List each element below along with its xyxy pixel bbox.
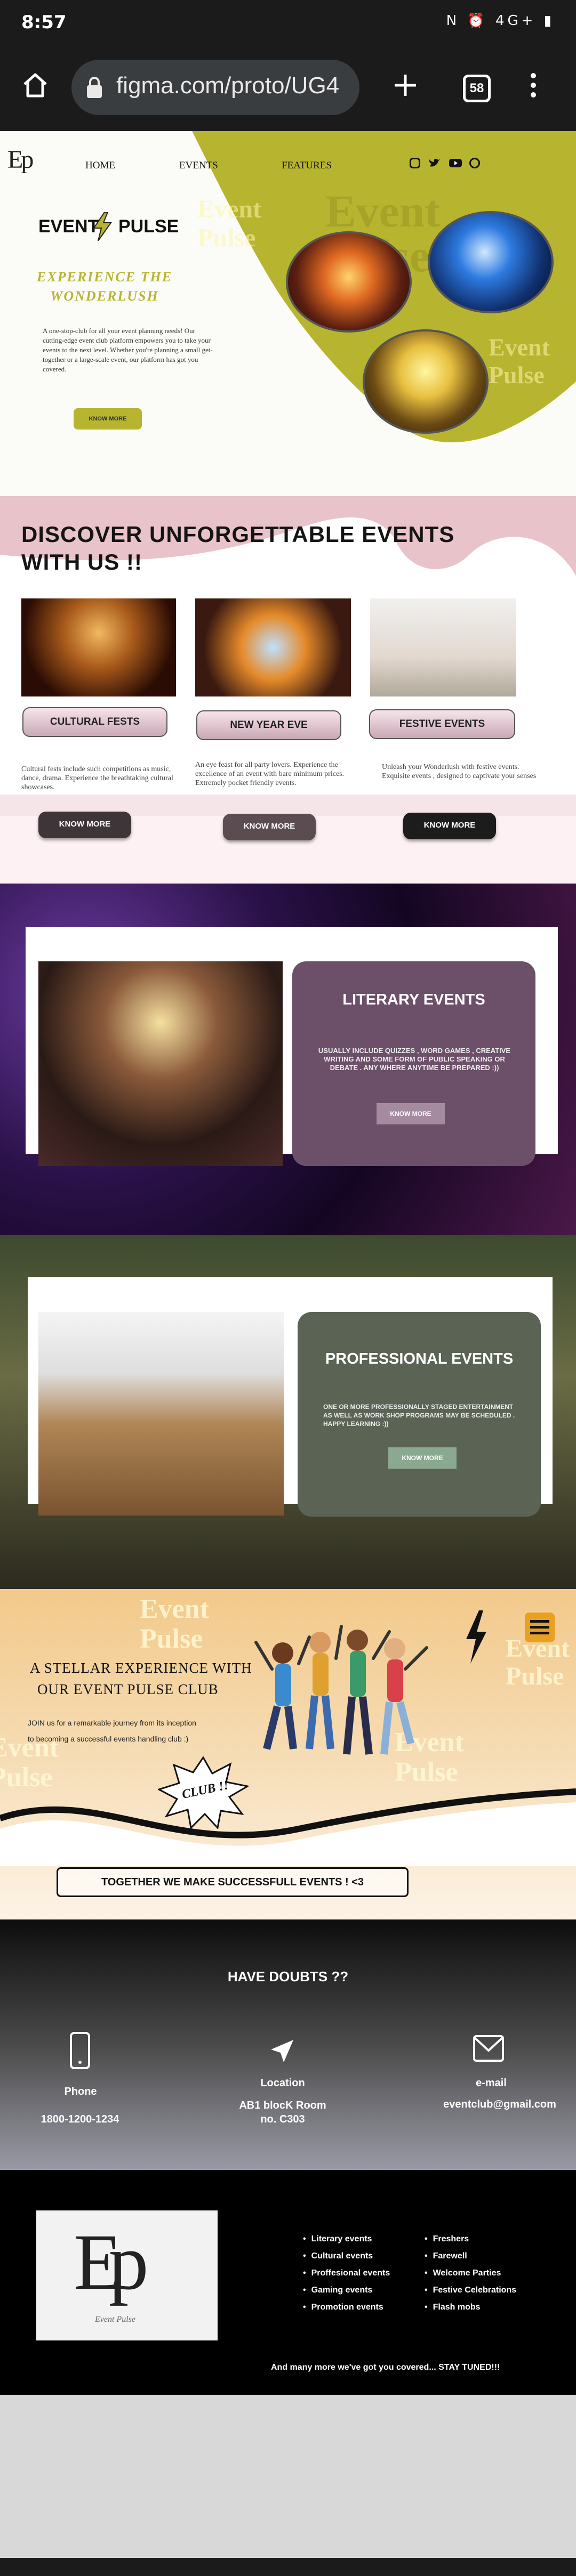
lightning-decor-icon — [466, 1610, 486, 1664]
together-banner: TOGETHER WE MAKE SUCCESSFULL EVENTS ! <3 — [57, 1867, 409, 1897]
literary-desc: USUALLY INCLUDE QUIZZES , WORD GAMES , C… — [318, 1047, 511, 1072]
footer: Ep Event Pulse Literary events Cultural … — [0, 2170, 576, 2395]
location-icon — [271, 2040, 293, 2062]
new-tab-icon[interactable] — [390, 70, 420, 100]
professional-image — [38, 1312, 284, 1516]
contact-phone-value[interactable]: 1800-1200-1234 — [27, 2113, 133, 2126]
stellar-heading: A STELLAR EXPERIENCE WITH OUR EVENT PULSE… — [30, 1660, 252, 1697]
new-year-eve-desc: An eye feast for all party lovers. Exper… — [195, 761, 345, 787]
hero-section: EventPulse EventPulse EventPulse Ep HOME… — [0, 131, 576, 496]
stellar-ghost-text: Event Pulse — [140, 1594, 209, 1654]
stellar-wave — [0, 1788, 576, 1866]
lightning-icon — [93, 212, 112, 241]
tab-count-button[interactable]: 58 — [463, 75, 491, 102]
nav-features-link[interactable]: FEATURES — [282, 160, 332, 172]
stellar-join-text: JOIN us for a remarkable journey from it… — [28, 1719, 196, 1743]
cultural-fest-image — [21, 598, 176, 696]
literary-section: LITERARY EVENTS USUALLY INCLUDE QUIZZES … — [0, 884, 576, 1235]
literary-card: LITERARY EVENTS USUALLY INCLUDE QUIZZES … — [292, 961, 535, 1166]
url-text[interactable]: figma.com/proto/UG4 — [116, 72, 351, 99]
festive-events-desc: Unleash your Wonderlush with festive eve… — [382, 763, 537, 780]
footer-logo-letters: Ep — [74, 2218, 149, 2306]
stellar-section: EventPulse EventPulse EventPulse EventPu… — [0, 1589, 576, 1919]
youtube-icon[interactable] — [449, 158, 462, 168]
twitter-icon[interactable] — [429, 158, 441, 168]
footer-link[interactable]: Literary events — [303, 2231, 390, 2248]
nav-home-link[interactable]: HOME — [85, 160, 115, 172]
home-icon[interactable] — [20, 70, 50, 100]
contact-title: HAVE DOUBTS ?? — [227, 1969, 349, 1984]
festive-events-image — [370, 598, 516, 696]
hero-olive-blob — [192, 131, 576, 443]
hero-ghost-text: Event Pulse — [197, 195, 261, 252]
footer-link[interactable]: Festive Celebrations — [425, 2282, 517, 2299]
footer-link[interactable]: Welcome Parties — [425, 2265, 516, 2282]
nav-events-link[interactable]: EVENTS — [179, 160, 218, 172]
contact-email-label: e-mail — [476, 2077, 507, 2089]
stellar-ghost-text-right: Event Pulse — [506, 1634, 570, 1690]
android-nav-bar — [0, 2558, 576, 2576]
status-bar: 8:57 N ⏰ 4G+ ▮ — [0, 0, 576, 47]
footer-link[interactable]: Flash mobs — [425, 2299, 516, 2316]
hero-description: A one-stop-club for all your event plann… — [43, 327, 213, 373]
status-icons: N ⏰ 4G+ ▮ — [446, 13, 555, 29]
discover-title: DISCOVER UNFORGETTABLE EVENTS WITH US !! — [21, 522, 455, 574]
whatsapp-icon[interactable] — [469, 158, 480, 168]
concert-image-2 — [428, 211, 554, 313]
contact-email-value[interactable]: eventclub@gmail.com — [430, 2099, 570, 2111]
contact-phone-label: Phone — [64, 2086, 97, 2097]
literary-image — [38, 961, 283, 1166]
festive-events-label[interactable]: FESTIVE EVENTS — [369, 709, 515, 739]
new-year-image — [195, 598, 351, 696]
footer-logo-script: Event Pulse — [95, 2315, 135, 2324]
email-icon — [473, 2035, 504, 2062]
literary-know-more-button[interactable]: KNOW MORE — [377, 1103, 445, 1124]
contact-section: HAVE DOUBTS ?? Phone 1800-1200-1234 Loca… — [0, 1919, 576, 2170]
lock-icon — [87, 77, 102, 98]
festive-know-more-button[interactable]: KNOW MORE — [403, 813, 496, 839]
friends-illustration — [254, 1625, 428, 1755]
professional-desc: ONE OR MORE PROFESSIONALLY STAGED ENTERT… — [323, 1403, 515, 1428]
hero-ghost-text-right: Event Pulse — [489, 334, 550, 388]
brand-event: EVENT — [38, 216, 99, 237]
footer-logo-box: Ep Event Pulse — [36, 2210, 218, 2340]
concert-image-3 — [363, 329, 489, 434]
professional-title: PROFESSIONAL EVENTS — [325, 1350, 514, 1367]
discover-section: DISCOVER UNFORGETTABLE EVENTS WITH US !! … — [0, 496, 576, 884]
page-bottom-blank — [0, 2395, 576, 2558]
cultural-fests-label[interactable]: CULTURAL FESTS — [22, 707, 167, 737]
professional-know-more-button[interactable]: KNOW MORE — [388, 1447, 457, 1469]
footer-tagline: And many more we've got you covered... S… — [271, 2363, 500, 2372]
cultural-know-more-button[interactable]: KNOW MORE — [38, 812, 131, 838]
footer-list-occasions: Freshers Farewell Welcome Parties Festiv… — [425, 2231, 517, 2316]
footer-link[interactable]: Proffesional events — [303, 2265, 390, 2282]
footer-link[interactable]: Promotion events — [303, 2299, 390, 2316]
contact-location-label: Location — [260, 2077, 305, 2089]
hero-know-more-button[interactable]: KNOW MORE — [74, 408, 142, 430]
footer-link[interactable]: Freshers — [425, 2231, 516, 2248]
cultural-fests-desc: Cultural fests include such competitions… — [21, 765, 173, 791]
logo[interactable]: Ep — [7, 145, 34, 174]
status-time: 8:57 — [21, 12, 67, 33]
contact-location-value: AB1 blocK Room no. C303 — [239, 2100, 326, 2125]
concert-image-1 — [286, 231, 412, 333]
professional-card: PROFESSIONAL EVENTS ONE OR MORE PROFESSI… — [298, 1312, 541, 1517]
footer-link[interactable]: Gaming events — [303, 2282, 390, 2299]
footer-link[interactable]: Cultural events — [303, 2248, 390, 2265]
literary-title: LITERARY EVENTS — [342, 991, 485, 1008]
professional-section: PROFESSIONAL EVENTS ONE OR MORE PROFESSI… — [0, 1235, 576, 1589]
hamburger-menu-button[interactable] — [525, 1613, 555, 1642]
instagram-icon[interactable] — [410, 158, 420, 168]
phone-icon — [70, 2032, 90, 2069]
footer-link[interactable]: Farewell — [425, 2248, 516, 2265]
footer-list-events: Literary events Cultural events Proffesi… — [303, 2231, 390, 2316]
brand-pulse: PULSE — [118, 216, 179, 237]
new-year-know-more-button[interactable]: KNOW MORE — [223, 814, 316, 840]
more-menu-icon[interactable] — [523, 70, 544, 100]
new-year-eve-label[interactable]: NEW YEAR EVE — [196, 710, 341, 740]
hero-tagline: EXPERIENCE THE WONDERLUSH — [36, 269, 173, 304]
